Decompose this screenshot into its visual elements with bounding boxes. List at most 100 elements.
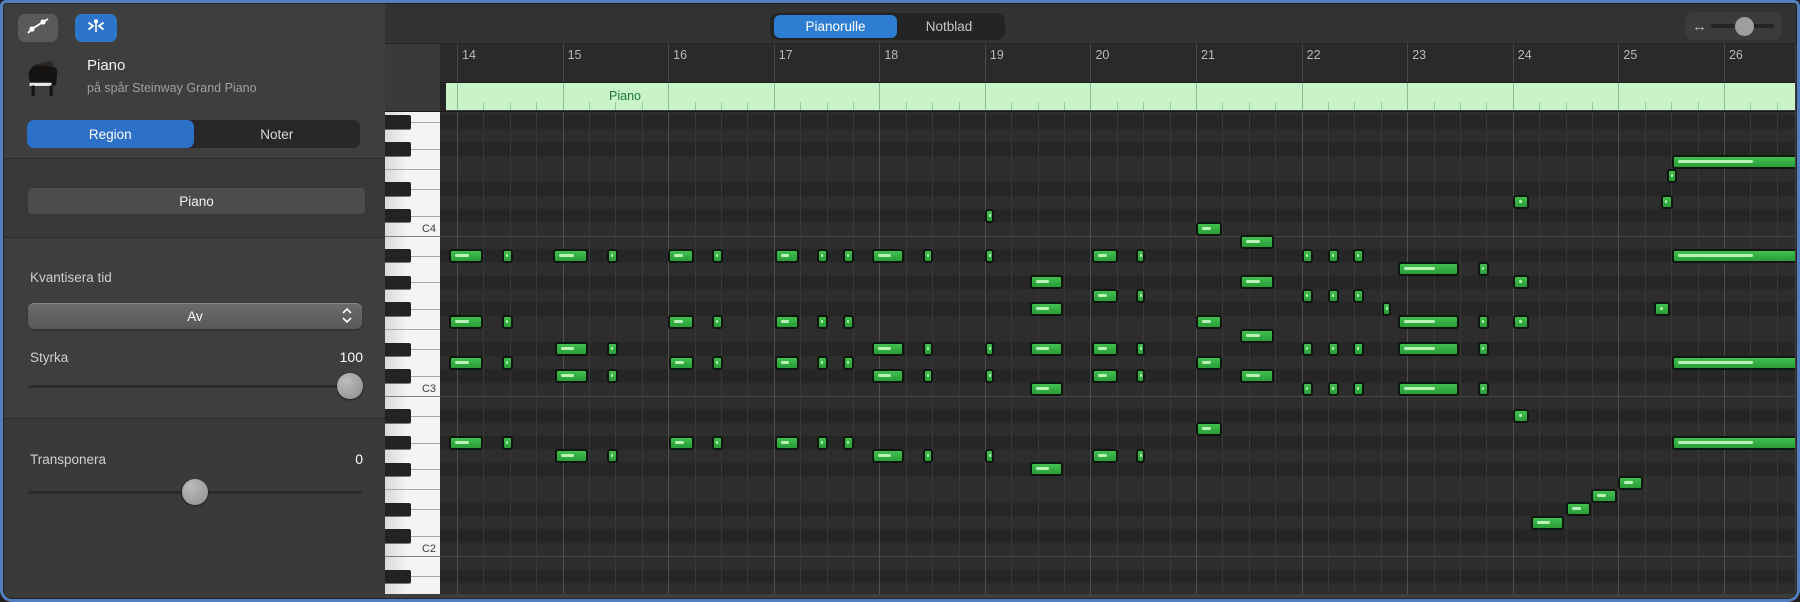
midi-note[interactable] (553, 248, 588, 263)
midi-note[interactable] (1531, 515, 1564, 530)
piano-key-black[interactable] (385, 249, 411, 263)
midi-note[interactable] (1353, 342, 1364, 357)
midi-note[interactable] (985, 342, 994, 357)
midi-note[interactable] (1398, 315, 1459, 330)
tab-notblad[interactable]: Notblad (897, 13, 1001, 40)
midi-note[interactable] (555, 368, 588, 383)
piano-key-black[interactable] (385, 369, 411, 383)
midi-note[interactable] (669, 355, 694, 370)
midi-note[interactable] (872, 449, 904, 464)
midi-note[interactable] (1328, 342, 1339, 357)
midi-note[interactable] (872, 368, 904, 383)
midi-note[interactable] (712, 355, 723, 370)
piano-key-black[interactable] (385, 142, 411, 156)
midi-note[interactable] (1661, 195, 1673, 210)
midi-note[interactable] (817, 355, 828, 370)
midi-note[interactable] (1513, 275, 1529, 290)
transpose-slider-thumb[interactable] (182, 479, 208, 505)
midi-note[interactable] (1136, 368, 1145, 383)
midi-note[interactable] (1513, 408, 1529, 423)
midi-note[interactable] (1302, 342, 1313, 357)
midi-note[interactable] (1136, 248, 1145, 263)
midi-note[interactable] (1302, 288, 1313, 303)
midi-note[interactable] (607, 248, 618, 263)
midi-note[interactable] (502, 435, 513, 450)
midi-note[interactable] (1672, 435, 1795, 450)
midi-note[interactable] (843, 248, 854, 263)
piano-key-black[interactable] (385, 115, 411, 129)
midi-note[interactable] (1302, 248, 1313, 263)
midi-note[interactable] (668, 248, 694, 263)
midi-note[interactable] (1092, 342, 1118, 357)
midi-note[interactable] (872, 342, 904, 357)
velocity-slider-thumb[interactable] (337, 373, 363, 399)
midi-note[interactable] (607, 368, 618, 383)
midi-note[interactable] (1240, 328, 1274, 343)
midi-note[interactable] (1196, 355, 1222, 370)
midi-note[interactable] (1030, 462, 1063, 477)
midi-note[interactable] (1030, 382, 1063, 397)
midi-note[interactable] (1030, 275, 1063, 290)
midi-note[interactable] (817, 248, 828, 263)
midi-note[interactable] (1196, 315, 1222, 330)
midi-note[interactable] (1398, 262, 1459, 277)
midi-note[interactable] (1328, 248, 1339, 263)
patch-button[interactable]: Piano (28, 188, 365, 214)
piano-roll-grid[interactable] (440, 111, 1795, 594)
midi-note[interactable] (1513, 315, 1529, 330)
time-ruler[interactable]: 14 15 16 17 18 19 20 21 22 23 24 25 26 (440, 44, 1795, 83)
midi-note[interactable] (1513, 195, 1529, 210)
piano-key-black[interactable] (385, 208, 411, 223)
midi-note[interactable] (1478, 342, 1489, 357)
midi-note[interactable] (1328, 382, 1339, 397)
quantize-toggle-button[interactable] (75, 14, 117, 42)
piano-key-black[interactable] (385, 569, 411, 583)
midi-note[interactable] (1353, 382, 1364, 397)
midi-note[interactable] (1618, 475, 1643, 490)
midi-note[interactable] (712, 315, 723, 330)
midi-note[interactable] (1092, 288, 1118, 303)
automation-button[interactable] (18, 14, 58, 42)
midi-note[interactable] (985, 368, 994, 383)
velocity-slider-track[interactable] (28, 385, 363, 388)
midi-note[interactable] (449, 248, 483, 263)
midi-note[interactable] (669, 435, 694, 450)
piano-key-black[interactable] (385, 502, 411, 517)
midi-note[interactable] (1302, 382, 1313, 397)
midi-note[interactable] (817, 315, 828, 330)
midi-note[interactable] (502, 355, 513, 370)
tab-noter[interactable]: Noter (194, 120, 361, 148)
midi-note[interactable] (1591, 489, 1617, 504)
piano-key-black[interactable] (385, 409, 411, 423)
midi-note[interactable] (555, 449, 588, 464)
midi-note[interactable] (1398, 342, 1459, 357)
piano-keyboard[interactable]: C4 C3 C2 (385, 111, 440, 594)
midi-note[interactable] (985, 449, 994, 464)
midi-note[interactable] (1672, 248, 1795, 263)
midi-note[interactable] (1136, 342, 1145, 357)
midi-note[interactable] (923, 342, 933, 357)
piano-key-black[interactable] (385, 529, 411, 543)
region-strip[interactable]: Piano (446, 83, 1795, 110)
midi-note[interactable] (1092, 248, 1118, 263)
midi-note[interactable] (1196, 422, 1222, 437)
midi-note[interactable] (1478, 315, 1489, 330)
midi-note[interactable] (1240, 275, 1274, 290)
midi-note[interactable] (843, 315, 854, 330)
piano-key-black[interactable] (385, 435, 411, 450)
midi-note[interactable] (1353, 288, 1364, 303)
zoom-slider-thumb[interactable] (1735, 17, 1755, 36)
midi-note[interactable] (1353, 248, 1364, 263)
midi-note[interactable] (502, 248, 513, 263)
midi-note[interactable] (1196, 222, 1222, 236)
midi-note[interactable] (449, 315, 483, 330)
tab-pianorulle[interactable]: Pianorulle (774, 15, 897, 38)
midi-note[interactable] (712, 435, 723, 450)
midi-note[interactable] (1136, 449, 1145, 464)
tab-region[interactable]: Region (27, 120, 194, 148)
midi-note[interactable] (1092, 368, 1118, 383)
midi-note[interactable] (1398, 382, 1459, 397)
piano-key-black[interactable] (385, 462, 411, 477)
midi-note[interactable] (775, 248, 799, 263)
midi-note[interactable] (555, 342, 588, 357)
